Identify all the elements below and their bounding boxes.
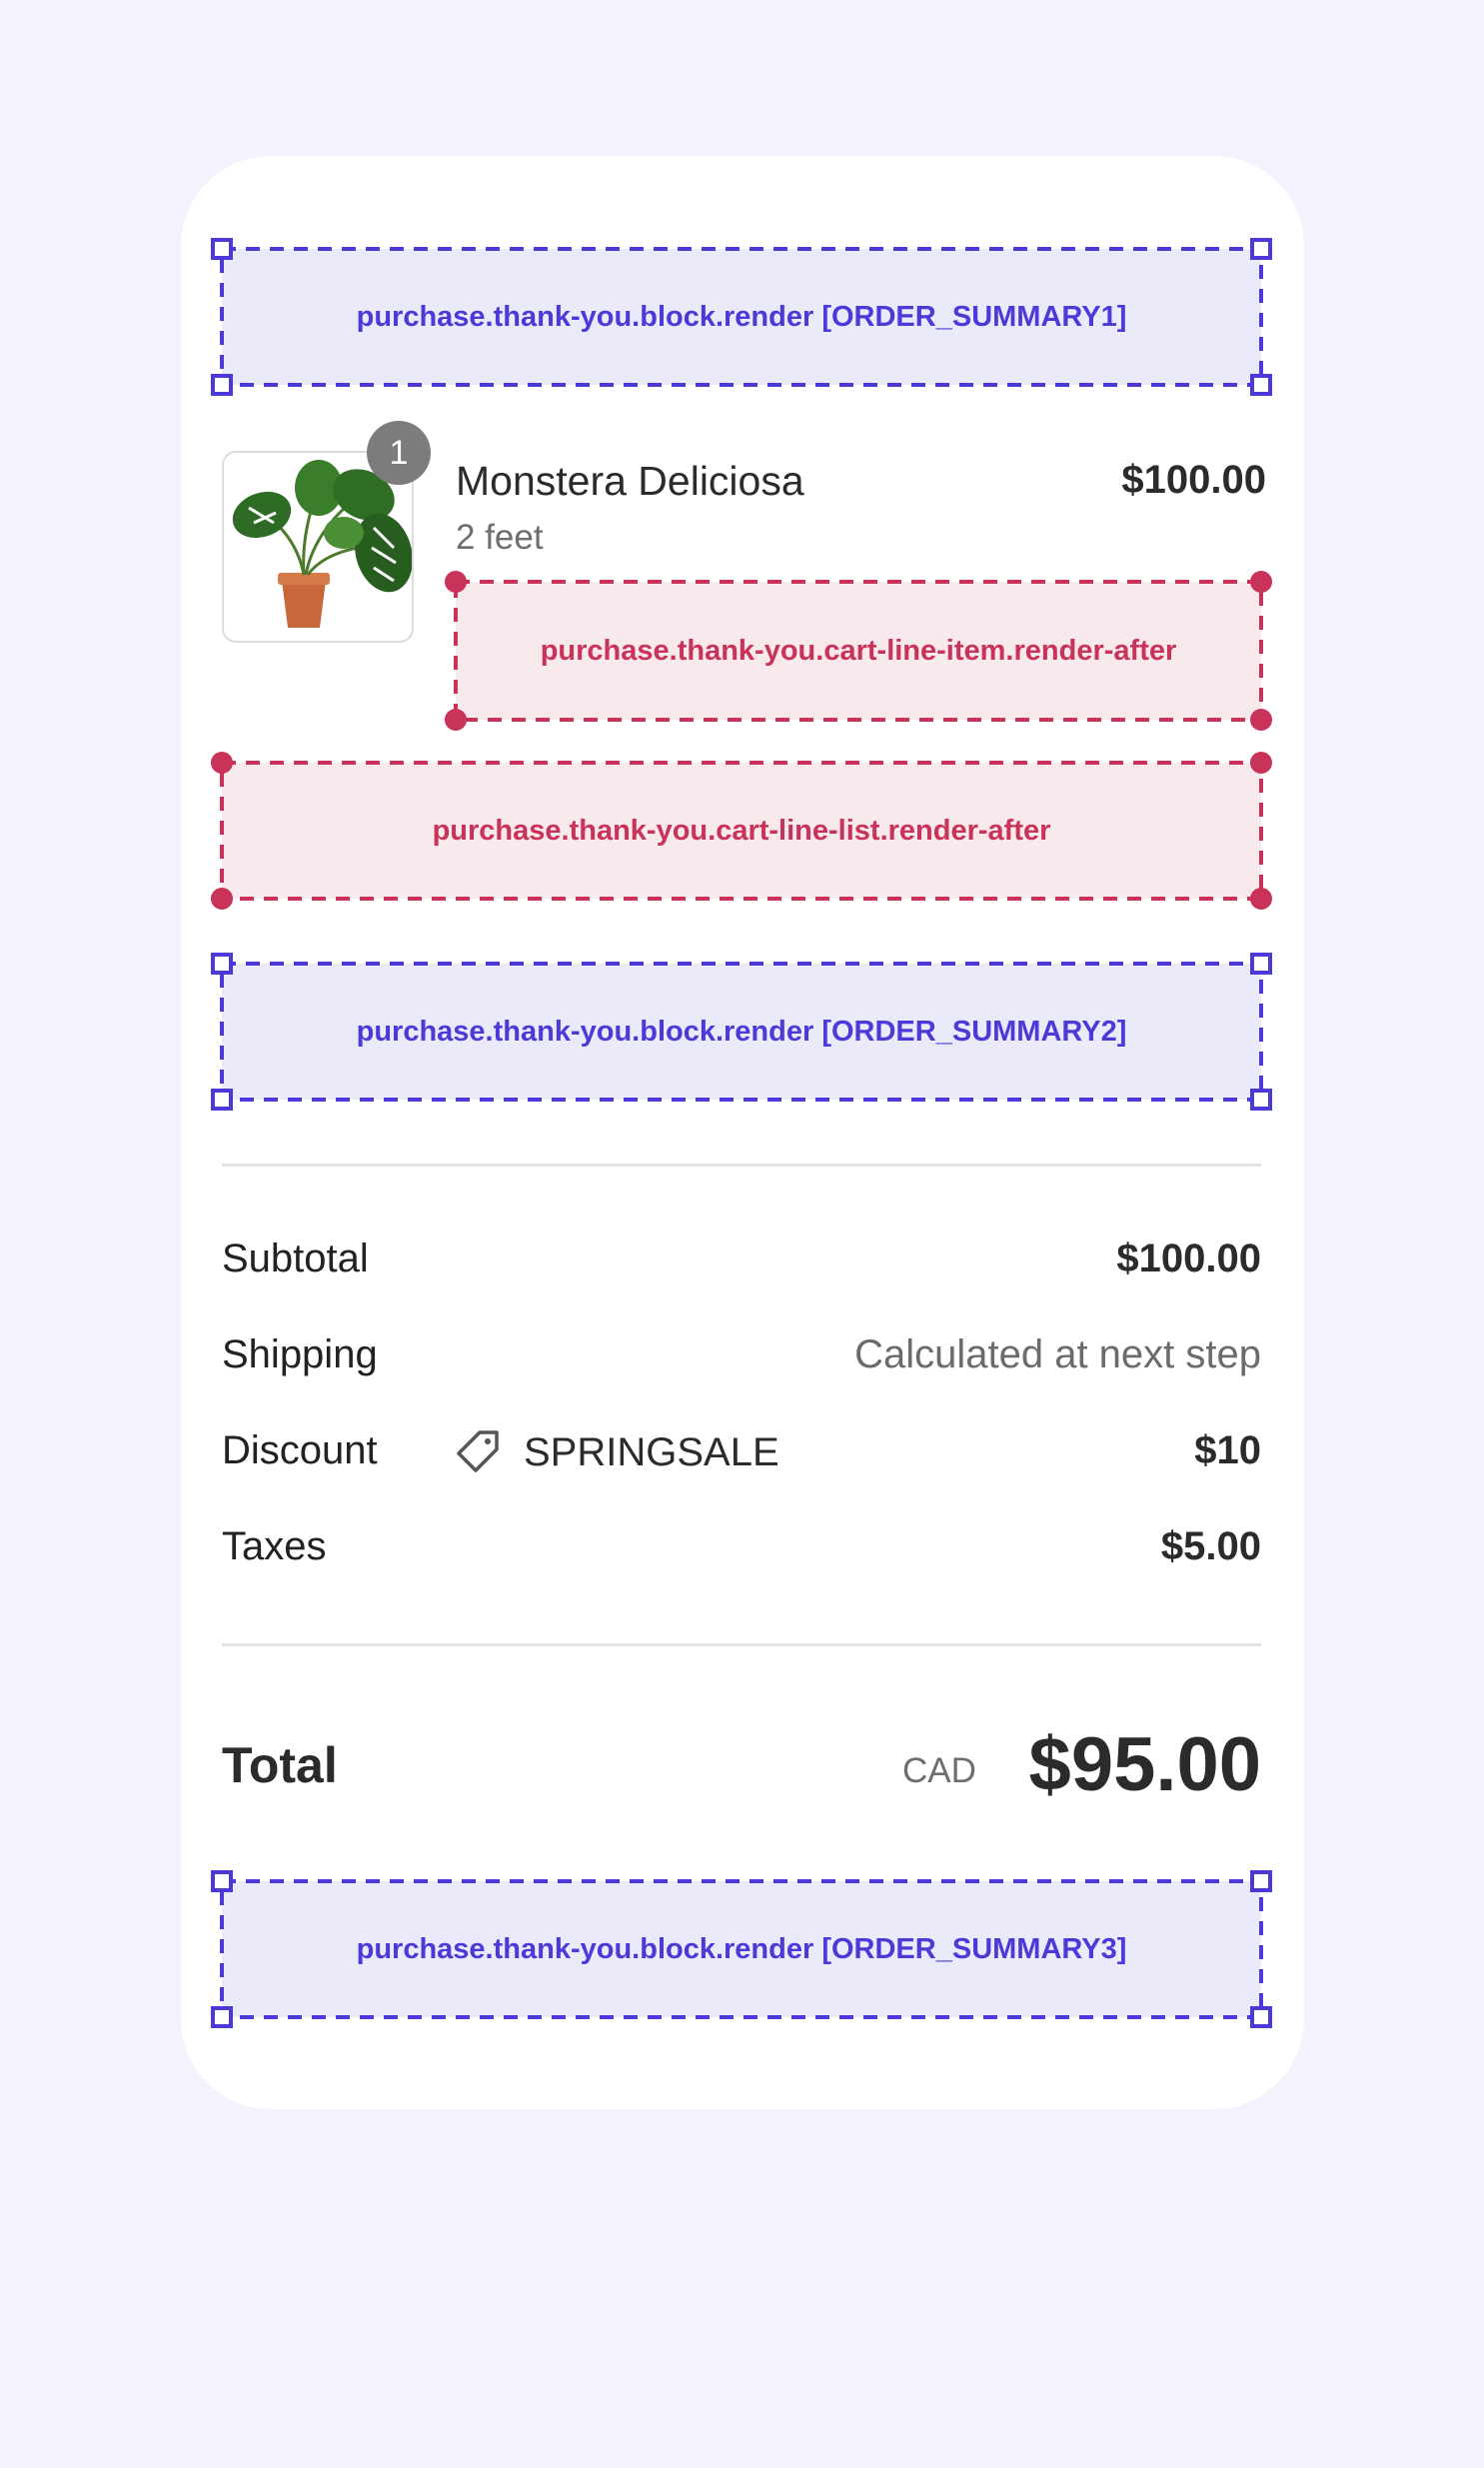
target-label: purchase.thank-you.block.render [ORDER_S…: [356, 300, 1127, 333]
target-label: purchase.thank-you.block.render [ORDER_S…: [356, 1015, 1127, 1048]
target-label: purchase.thank-you.cart-line-item.render…: [540, 634, 1177, 667]
order-summary3-target[interactable]: purchase.thank-you.block.render [ORDER_S…: [211, 1870, 1272, 2028]
product-name: Monstera Deliciosa: [456, 458, 804, 504]
shipping-label: Shipping: [222, 1332, 378, 1376]
order-summary2-target[interactable]: purchase.thank-you.block.render [ORDER_S…: [211, 953, 1272, 1111]
discount-code-tag: SPRINGSALE: [454, 1428, 779, 1476]
tag-icon: [457, 1430, 499, 1472]
total-label: Total: [222, 1737, 338, 1793]
product-price: $100.00: [1121, 458, 1266, 502]
cart-line-list-after-target[interactable]: purchase.thank-you.cart-line-list.render…: [211, 752, 1272, 910]
shipping-value: Calculated at next step: [854, 1332, 1261, 1376]
subtotal-label: Subtotal: [222, 1236, 369, 1280]
currency-code: CAD: [902, 1751, 976, 1790]
discount-value: $10: [1194, 1428, 1261, 1472]
discount-code: SPRINGSALE: [524, 1429, 779, 1474]
order-summary-card: [181, 156, 1304, 2109]
target-label: purchase.thank-you.cart-line-list.render…: [432, 814, 1051, 847]
quantity-badge: 1: [367, 421, 431, 485]
taxes-label: Taxes: [222, 1524, 327, 1568]
subtotal-value: $100.00: [1116, 1236, 1261, 1280]
total-value: $95.00: [1028, 1722, 1261, 1807]
order-summary1-target[interactable]: purchase.thank-you.block.render [ORDER_S…: [211, 238, 1272, 396]
target-label: purchase.thank-you.block.render [ORDER_S…: [356, 1932, 1127, 1965]
cart-line-item-after-target[interactable]: purchase.thank-you.cart-line-item.render…: [445, 571, 1272, 731]
taxes-value: $5.00: [1160, 1524, 1261, 1568]
product-variant: 2 feet: [456, 518, 544, 557]
discount-label: Discount: [222, 1428, 378, 1472]
divider: [222, 1643, 1261, 1646]
divider: [222, 1164, 1261, 1167]
